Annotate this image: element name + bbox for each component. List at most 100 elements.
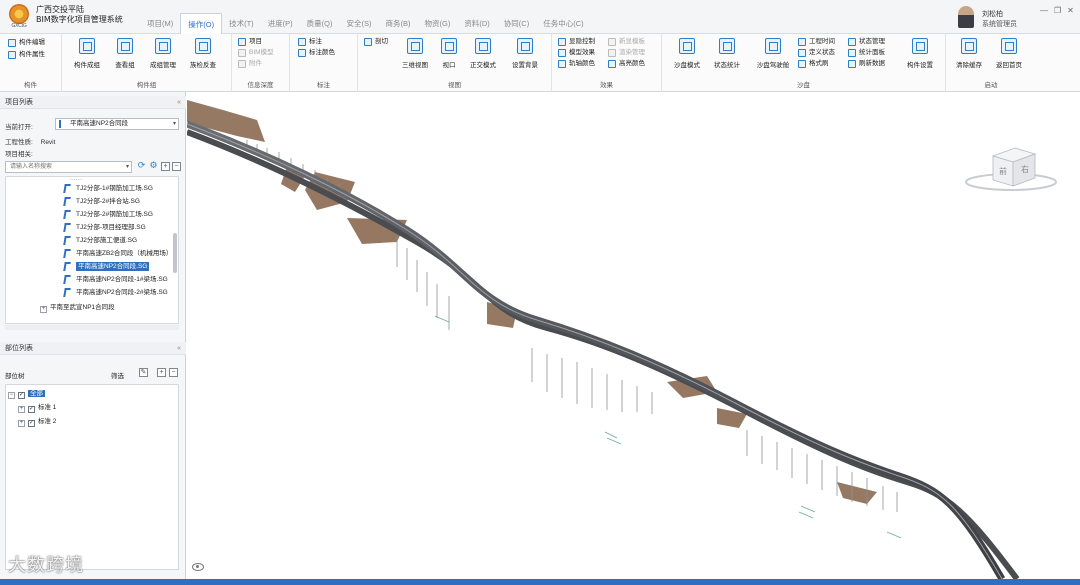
expand-node-icon[interactable]: + (18, 420, 25, 427)
component-edit-button[interactable]: 构件编辑 (8, 38, 45, 48)
set-background-button[interactable]: 设置背景 (508, 38, 542, 78)
revit-icon (63, 210, 71, 219)
view-group-button[interactable]: 查看组 (110, 38, 140, 78)
tree-item[interactable]: TJ2分部施工便道.SG (63, 234, 137, 247)
menu-materials[interactable]: 物资(G) (418, 13, 458, 34)
group-manage-button[interactable]: 成组管理 (148, 38, 178, 78)
sandbox-mode-button[interactable]: 沙盘模式 (670, 38, 704, 78)
menu-operation[interactable]: 操作(O) (180, 13, 223, 34)
tree-item[interactable]: TJ2分部-2#钢筋加工场.SG (63, 208, 153, 221)
tree-item[interactable]: 平南高速NP2合同段-1#梁场.SG (63, 273, 168, 286)
search-field[interactable]: ▾ (5, 161, 132, 173)
refresh-icon[interactable]: ⟳ (137, 161, 146, 171)
axis-color-button[interactable]: 轨轴颜色 (558, 59, 595, 69)
expand-all-icon[interactable]: + (157, 368, 166, 377)
annotate-color-button[interactable]: 标注颜色 (298, 48, 335, 58)
sandbox-cockpit-button[interactable]: 沙盘驾驶舱 (752, 38, 794, 78)
tree-folder[interactable]: + 平南至武宣NP1合同段 (40, 301, 115, 314)
menu-task-center[interactable]: 任务中心(C) (536, 13, 590, 34)
refresh-data-button[interactable]: 刷新数据 (848, 59, 885, 69)
checkbox[interactable]: ✓ (28, 406, 35, 413)
expand-node-icon[interactable]: + (18, 406, 25, 413)
define-status-button[interactable]: 定义状态 (798, 48, 835, 58)
back-home-button[interactable]: 返回首页 (992, 38, 1026, 78)
ortho-mode-button[interactable]: 正交模式 (466, 38, 500, 78)
revit-icon (63, 236, 71, 245)
revit-icon (63, 223, 71, 232)
viewport-button[interactable]: 视口 (436, 38, 462, 78)
menu-documents[interactable]: 资料(D) (457, 13, 496, 34)
current-project-select[interactable]: 平南高速NP2合同段 ▾ (55, 118, 179, 130)
tree-item[interactable]: TJ2分部-2#拌合站.SG (63, 195, 140, 208)
component-setting-button[interactable]: 构件设置 (902, 38, 938, 78)
restore-button[interactable]: ❐ (1054, 6, 1061, 15)
component-props-button[interactable]: 构件属性 (8, 50, 45, 60)
three-view-button[interactable]: 三维视图 (398, 38, 432, 78)
tree-item-selected[interactable]: 平南高速NP2合同段.SG (63, 260, 150, 273)
tree-item[interactable]: 平南高速NP2合同段-2#梁场.SG (63, 286, 168, 299)
info-project-button[interactable]: 项目 (238, 37, 262, 47)
collapse-all-icon[interactable]: − (172, 162, 181, 171)
menu-safety[interactable]: 安全(S) (340, 13, 379, 34)
checkbox[interactable]: ✓ (28, 420, 35, 427)
tree-item[interactable]: TJ2分部-项目经理部.SG (63, 221, 146, 234)
close-button[interactable]: ✕ (1067, 6, 1074, 15)
eye-icon[interactable] (192, 563, 204, 571)
collapse-all-icon[interactable]: − (169, 368, 178, 377)
user-info[interactable]: 刘松柏 系统管理员 (958, 6, 1038, 30)
annotate-button[interactable]: 标注 (298, 37, 322, 47)
tree-scrollbar[interactable] (173, 233, 177, 273)
collapse-icon[interactable]: « (177, 96, 181, 109)
collapse-icon[interactable]: « (177, 342, 181, 355)
expand-all-icon[interactable]: + (161, 162, 170, 171)
minimize-button[interactable]: — (1040, 6, 1048, 15)
menu-quality[interactable]: 质量(Q) (300, 13, 340, 34)
bridge-model[interactable] (187, 92, 1080, 579)
status-manage-button[interactable]: 状态管理 (848, 37, 885, 47)
parts-node[interactable]: + ✓ 标准 1 (18, 402, 56, 414)
highlight-color-button[interactable]: 高亮颜色 (608, 59, 645, 69)
terrain-patches (187, 100, 877, 504)
section-button[interactable]: 剖切 (364, 37, 388, 47)
menu-project[interactable]: 项目(M) (140, 13, 180, 34)
edit-icon[interactable]: ✎ (139, 368, 148, 377)
menu-technology[interactable]: 技术(T) (222, 13, 261, 34)
status-stat-button[interactable]: 状态统计 (710, 38, 744, 78)
family-check-button[interactable]: 族检反查 (188, 38, 218, 78)
section-icon (364, 38, 372, 46)
clear-cache-button[interactable]: 清除缓存 (952, 38, 986, 78)
search-input[interactable] (10, 162, 120, 172)
group-title-component-group: 构件组 (136, 82, 157, 89)
tree-item[interactable]: 平南高速ZB2合同段（机械用场） (63, 247, 172, 260)
brush-icon (798, 60, 806, 68)
project-time-button[interactable]: 工程时间 (798, 37, 835, 47)
create-group-button[interactable]: 构件成组 (72, 38, 102, 78)
filter-button[interactable]: 筛选 (111, 370, 124, 380)
tree-horizontal-scrollbar[interactable] (5, 325, 179, 330)
visibility-control-button[interactable]: 显隐控制 (558, 37, 595, 47)
user-name: 刘松柏 (982, 11, 1003, 18)
stat-panel-button[interactable]: 统计面板 (848, 48, 885, 58)
menu-collaboration[interactable]: 协同(C) (497, 13, 536, 34)
render-manage-button[interactable]: 渲染管理 (608, 48, 645, 58)
group-manage-icon (155, 38, 171, 54)
expand-icon[interactable]: + (40, 306, 47, 313)
info-bim-model-button[interactable]: BIM模型 (238, 48, 274, 58)
parts-list-header: 部位列表 « (0, 342, 186, 355)
new-template-button[interactable]: 新显模板 (608, 37, 645, 47)
model-viewport[interactable]: 前 右 (187, 92, 1080, 579)
ribbon-group-sandbox: 沙盘模式 状态统计 沙盘驾驶舱 工程时间 定义状态 格式刷 状态管理 统计面板 … (662, 34, 946, 92)
tree-item[interactable]: TJ2分部-1#钢筋加工场.SG (63, 182, 153, 195)
parts-node[interactable]: + ✓ 标准 2 (18, 416, 56, 428)
gear-icon[interactable]: ⚙ (149, 161, 158, 171)
format-brush-button[interactable]: 格式刷 (798, 59, 829, 69)
checkbox[interactable]: ✓ (18, 392, 25, 399)
info-attached-button[interactable]: 附件 (238, 59, 262, 69)
collapse-node-icon[interactable]: − (8, 392, 15, 399)
menu-business[interactable]: 商务(B) (379, 13, 418, 34)
view-cube[interactable]: 前 右 (963, 142, 1059, 202)
settings-icon (912, 38, 928, 54)
model-effect-button[interactable]: 模型效果 (558, 48, 595, 58)
parts-node-all[interactable]: − ✓ 全部 (8, 388, 45, 400)
menu-progress[interactable]: 进度(P) (261, 13, 300, 34)
